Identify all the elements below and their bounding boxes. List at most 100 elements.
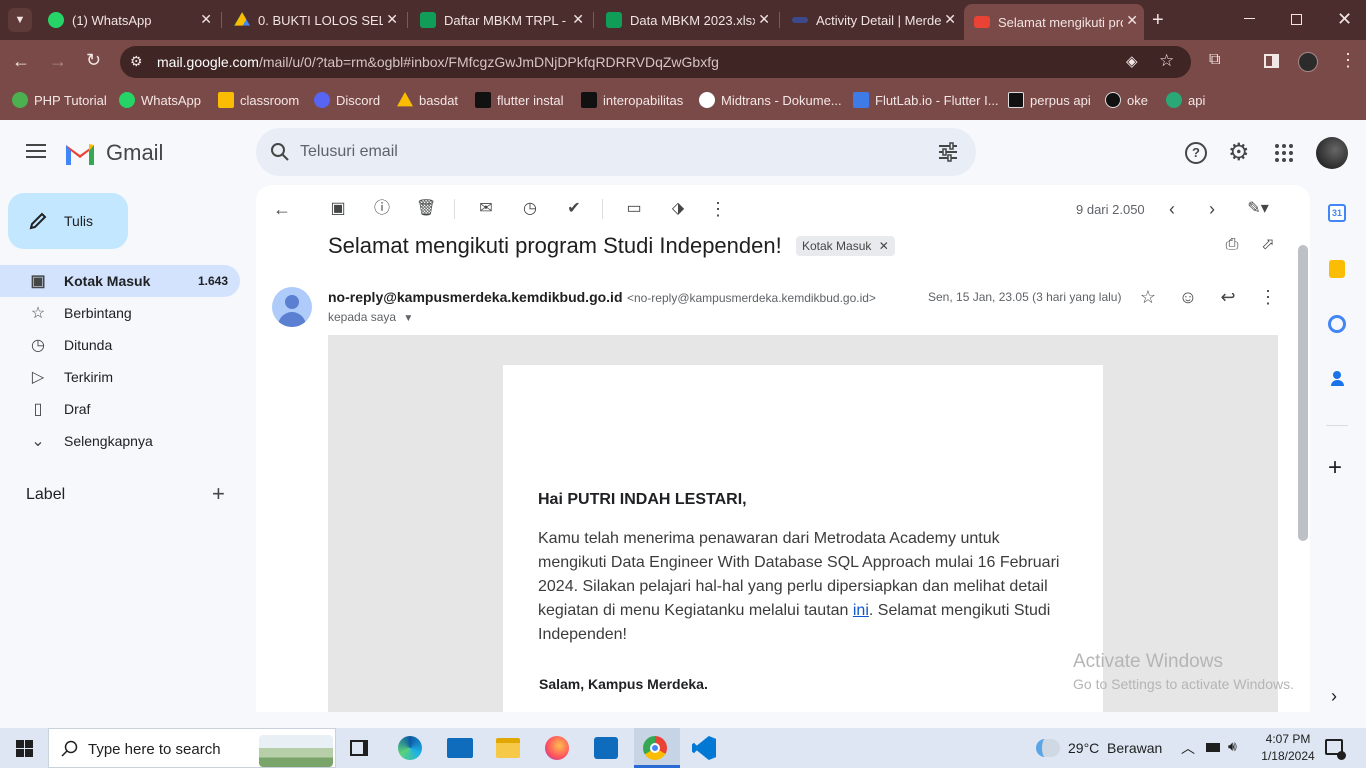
clock-date[interactable]: 1/18/2024 [1256,749,1320,763]
details-dropdown-icon[interactable]: ▼ [403,313,413,324]
show-hidden-icons-chevron-icon[interactable]: ︿ [1181,738,1195,758]
contacts-icon[interactable] [1331,371,1344,386]
extensions-icon[interactable]: ⧉ [1209,51,1220,69]
search-options-icon[interactable] [938,142,958,162]
close-tab-icon[interactable]: ✕ [572,11,584,28]
browser-tab[interactable]: Data MBKM 2023.xlsx ✕ [596,6,776,34]
label-icon[interactable]: ⬗ [668,199,688,219]
start-windows-icon[interactable] [16,740,33,757]
address-bar[interactable]: ⚙ mail.google.com/mail/u/0/?tab=rm&ogbl#… [120,46,1191,78]
input-tools-icon[interactable]: ✎▾ [1240,199,1276,219]
close-tab-icon[interactable]: ✕ [1126,12,1138,29]
remove-label-icon[interactable]: ✕ [879,239,889,253]
browser-tab-active[interactable]: Selamat mengikuti progr ✕ [964,4,1144,40]
battery-icon[interactable] [1206,743,1220,752]
weather-icon[interactable] [1036,739,1060,757]
help-icon[interactable]: ? [1185,142,1207,164]
keep-icon[interactable] [1329,260,1345,278]
mark-unread-icon[interactable]: ✉ [476,199,496,219]
google-apps-icon[interactable] [1275,144,1293,162]
browser-tab[interactable]: Daftar MBKM TRPL - G ✕ [410,6,590,34]
side-panel-icon[interactable] [1264,54,1279,68]
chrome-icon[interactable] [643,736,667,760]
tasks-icon[interactable] [1328,315,1346,333]
get-addons-icon[interactable]: + [1328,454,1342,482]
close-tab-icon[interactable]: ✕ [386,11,398,28]
label-chip[interactable]: Kotak Masuk ✕ [796,236,895,256]
bookmark-item[interactable]: FlutLab.io - Flutter I... [853,92,999,108]
reload-icon[interactable]: ↻ [86,50,101,71]
bookmark-item[interactable]: flutter instal [475,92,563,108]
account-avatar[interactable] [1316,137,1348,169]
browser-menu-icon[interactable]: ⋮ [1339,50,1357,71]
emoji-reaction-icon[interactable]: ☺ [1178,287,1198,307]
bookmark-item[interactable]: Discord [314,92,380,108]
edge-icon[interactable] [398,736,422,760]
nav-item-snoozed[interactable]: ◷ Ditunda [0,329,240,361]
close-tab-icon[interactable]: ✕ [758,11,770,28]
back-arrow-icon[interactable]: ← [12,51,30,72]
nav-item-starred[interactable]: ☆ Berbintang [0,297,240,329]
gmail-logo[interactable]: Gmail [64,140,163,166]
close-tab-icon[interactable]: ✕ [200,11,212,28]
mail-app-icon[interactable] [447,738,473,758]
bookmark-item[interactable]: Midtrans - Dokume... [699,92,842,108]
bookmark-star-icon[interactable]: ☆ [1159,51,1174,71]
bookmark-item[interactable]: PHP Tutorial [12,92,107,108]
hide-side-panel-icon[interactable]: › [1331,686,1337,707]
task-view-icon[interactable] [350,740,368,756]
search-bar[interactable]: Telusuri email [256,128,976,176]
search-input[interactable]: Telusuri email [300,143,398,161]
back-to-inbox-icon[interactable]: ← [272,199,292,219]
eye-icon[interactable]: ◈ [1126,52,1138,70]
sender-name[interactable]: no-reply@kampusmerdeka.kemdikbud.go.id [328,289,623,305]
tab-search-button[interactable]: ▼ [8,8,32,32]
report-spam-icon[interactable]: ⓘ [372,199,392,219]
store-icon[interactable] [594,737,618,759]
nav-item-sent[interactable]: ▷ Terkirim [0,361,240,393]
main-menu-icon[interactable] [26,144,46,158]
restore-button[interactable] [1291,14,1302,25]
nav-item-drafts[interactable]: ▯ Draf [0,393,240,425]
firefox-icon[interactable] [545,736,569,760]
search-icon[interactable] [270,142,290,162]
message-more-icon[interactable]: ⋮ [1258,287,1278,307]
sender-avatar[interactable] [272,287,312,327]
browser-tab[interactable]: (1) WhatsApp ✕ [38,6,218,34]
add-label-icon[interactable]: + [212,481,225,507]
more-actions-icon[interactable]: ⋮ [708,199,728,219]
clock-time[interactable]: 4:07 PM [1260,732,1316,746]
star-message-icon[interactable]: ☆ [1138,287,1158,307]
close-window-button[interactable]: ✕ [1337,9,1352,30]
nav-item-inbox[interactable]: ▣ Kotak Masuk 1.643 [0,265,240,297]
compose-button[interactable]: Tulis [8,193,128,249]
close-tab-icon[interactable]: ✕ [944,11,956,28]
bookmark-item[interactable]: oke [1105,92,1148,108]
browser-tab[interactable]: Activity Detail | Merdeka ✕ [782,6,962,34]
new-tab-button[interactable]: + [1152,8,1164,32]
nav-item-more[interactable]: ⌄ Selengkapnya [0,425,240,457]
calendar-icon[interactable]: 31 [1328,204,1346,222]
minimize-button[interactable] [1244,18,1255,19]
bookmark-item[interactable]: WhatsApp [119,92,201,108]
bookmark-item[interactable]: basdat [397,92,458,108]
recipient-details[interactable]: kepada saya ▼ [328,310,413,324]
activity-link[interactable]: ini [853,602,869,619]
delete-icon[interactable]: 🗑 [416,199,436,219]
archive-icon[interactable]: ▣ [328,199,348,219]
open-new-window-icon[interactable]: ⬀ [1258,235,1278,255]
file-explorer-icon[interactable] [496,738,520,758]
bookmark-item[interactable]: interopabilitas [581,92,683,108]
taskbar-search-box[interactable]: Type here to search [48,728,336,768]
forward-arrow-icon[interactable]: → [49,51,67,72]
browser-tab[interactable]: 0. BUKTI LOLOS SELEKSI ✕ [224,6,404,34]
scrollbar-thumb[interactable] [1298,245,1308,541]
vscode-icon[interactable] [692,736,716,760]
bookmark-item[interactable]: api [1166,92,1205,108]
add-task-icon[interactable]: ✔ [564,199,584,219]
move-to-icon[interactable]: ▭ [624,199,644,219]
volume-icon[interactable]: 🔊︎ [1228,738,1237,755]
weather-text[interactable]: 29°C Berawan [1068,740,1162,756]
site-settings-icon[interactable]: ⚙ [130,53,143,70]
older-chevron-icon[interactable]: › [1202,199,1222,219]
